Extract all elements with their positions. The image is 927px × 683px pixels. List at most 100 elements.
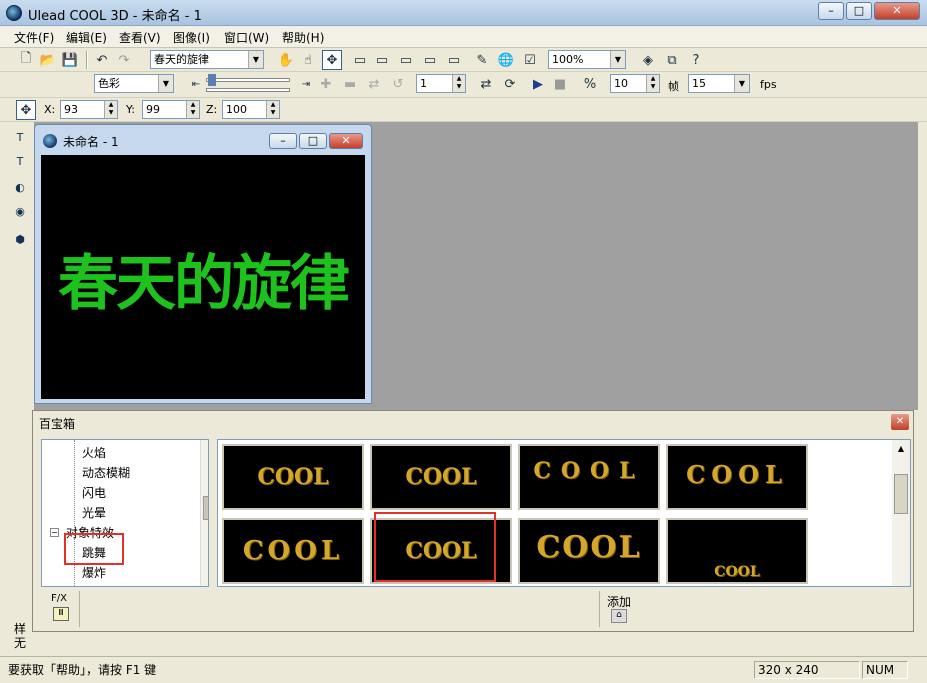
z-spinner[interactable]: 100 ▲ ▼ (222, 100, 280, 119)
first-frame-icon[interactable]: ⇤ (186, 74, 206, 94)
view-back-icon[interactable]: ▭ (444, 50, 464, 70)
ping-pong-icon[interactable]: ⇄ (476, 74, 496, 94)
palette-divider (599, 591, 600, 627)
tree-item-glow[interactable]: 光晕 (82, 504, 106, 521)
x-spinner[interactable]: 93 ▲ ▼ (60, 100, 118, 119)
tree-scroll-thumb[interactable] (203, 496, 208, 520)
speed-value: 10 (614, 77, 628, 90)
thumbnail-cool-4[interactable]: COOL (666, 444, 808, 510)
fps-combo[interactable]: 15 ▼ (688, 74, 750, 93)
menu-bar: 文件(F) 编辑(E) 查看(V) 图像(I) 窗口(W) 帮助(H) (0, 26, 927, 48)
context-help-icon[interactable]: ? (686, 50, 706, 70)
tree-item-fire[interactable]: 火焰 (82, 444, 106, 461)
new-file-icon[interactable]: 🗋 (16, 50, 36, 70)
preview-canvas[interactable]: 春天的旋律 (41, 155, 365, 399)
loop-disabled-icon[interactable]: ↺ (388, 74, 408, 94)
spinner-arrows-icon[interactable]: ▲ ▼ (452, 75, 465, 92)
y-spinner[interactable]: 99 ▲ ▼ (142, 100, 200, 119)
color-mode-combo[interactable]: 色彩 ▼ (94, 74, 174, 93)
tree-item-lightning[interactable]: 闪电 (82, 484, 106, 501)
add-effect-icon[interactable]: ⌂ (611, 609, 627, 623)
texture-icon[interactable]: ✎ (472, 50, 492, 70)
menu-view[interactable]: 查看(V) (119, 29, 161, 46)
standard-toolbar: 🗋 📂 💾 ↶ ↷ 春天的旋律 ▼ ✋ ☝ ✥ ▭ ▭ ▭ ▭ ▭ ✎ 🌐 ☑ … (0, 48, 927, 72)
view-front-icon[interactable]: ▭ (350, 50, 370, 70)
undo-icon[interactable]: ↶ (92, 50, 112, 70)
speed-spinner[interactable]: 10 ▲ ▼ (610, 74, 660, 93)
select-object-icon[interactable]: ◉ (10, 202, 30, 222)
frame-slider-track[interactable] (206, 78, 290, 82)
canvas-3d-text[interactable]: 春天的旋律 (41, 235, 365, 322)
doc-maximize-button[interactable]: □ (299, 133, 327, 149)
menu-file[interactable]: 文件(F) (14, 29, 54, 46)
status-canvas-size: 320 x 240 (754, 661, 860, 679)
thumbnail-cool-3[interactable]: COOL (518, 444, 660, 510)
redo-icon[interactable]: ↷ (114, 50, 134, 70)
spinner-arrows-icon[interactable]: ▲ ▼ (186, 101, 199, 118)
menu-help[interactable]: 帮助(H) (282, 29, 324, 46)
thumbnail-scrollbar[interactable]: ▲ (892, 440, 910, 586)
insert-shape-icon[interactable]: ◐ (10, 178, 30, 198)
tree-scrollbar[interactable] (200, 440, 208, 586)
open-folder-icon[interactable]: 📂 (38, 50, 58, 70)
render-icon[interactable]: ◈ (638, 50, 658, 70)
insert-text-icon[interactable]: T (10, 128, 30, 148)
edit-text-icon[interactable]: T (10, 152, 30, 172)
insert-geometry-icon[interactable]: ⬢ (10, 230, 30, 250)
frame-number-spinner[interactable]: 1 ▲ ▼ (416, 74, 466, 93)
frame-slider-thumb[interactable] (208, 74, 216, 86)
globe-icon[interactable]: 🌐 (496, 50, 516, 70)
save-icon[interactable]: 💾 (60, 50, 80, 70)
maximize-button[interactable]: □ (846, 2, 872, 20)
chevron-down-icon[interactable]: ▼ (248, 51, 263, 68)
fx-label: F/X (51, 593, 67, 604)
view-side-icon[interactable]: ▭ (396, 50, 416, 70)
thumbnail-cool-7[interactable]: COOL (518, 518, 660, 584)
check-box-icon[interactable]: ☑ (520, 50, 540, 70)
chevron-down-icon[interactable]: ▼ (734, 75, 749, 92)
play-icon[interactable]: ▶ (528, 74, 548, 94)
app-logo-icon (6, 5, 22, 21)
move-object-icon[interactable]: ✥ (322, 50, 342, 70)
minimize-button[interactable]: – (818, 2, 844, 20)
loop-icon[interactable]: ⟳ (500, 74, 520, 94)
spinner-arrows-icon[interactable]: ▲ ▼ (266, 101, 279, 118)
menu-image[interactable]: 图像(I) (173, 29, 210, 46)
add-frame-icon[interactable]: ✚ (316, 74, 336, 94)
menu-edit[interactable]: 编辑(E) (66, 29, 107, 46)
speed-icon[interactable]: % (580, 74, 600, 94)
rotate-hand-icon[interactable]: ☝ (298, 50, 318, 70)
collapse-toggle-icon[interactable]: − (50, 528, 59, 537)
menu-window[interactable]: 窗口(W) (224, 29, 269, 46)
remove-frame-icon[interactable]: ▬ (340, 74, 360, 94)
view-top-icon[interactable]: ▭ (372, 50, 392, 70)
stop-icon[interactable]: ■ (550, 74, 570, 94)
doc-close-button[interactable]: ✕ (329, 133, 363, 149)
thumbnail-cool-8[interactable]: COOL (666, 518, 808, 584)
tree-item-motion-blur[interactable]: 动态模糊 (82, 464, 130, 481)
doc-minimize-button[interactable]: – (269, 133, 297, 149)
view-bottom-icon[interactable]: ▭ (420, 50, 440, 70)
palette-close-button[interactable]: ✕ (891, 414, 909, 430)
spinner-arrows-icon[interactable]: ▲ ▼ (104, 101, 117, 118)
zoom-value: 100% (552, 53, 584, 66)
text-object-combo[interactable]: 春天的旋律 ▼ (150, 50, 264, 69)
spinner-arrows-icon[interactable]: ▲ ▼ (646, 75, 659, 92)
position-mode-icon[interactable]: ✥ (16, 100, 36, 120)
thumbnail-cool-5[interactable]: COOL (222, 518, 364, 584)
thumbnail-cool-2[interactable]: COOL (370, 444, 512, 510)
thumbnail-cool-1[interactable]: COOL (222, 444, 364, 510)
fx-icon[interactable]: Ⅲ (53, 607, 69, 621)
zoom-combo[interactable]: 100% ▼ (548, 50, 626, 69)
tree-item-explode[interactable]: 爆炸 (82, 564, 106, 581)
chevron-down-icon[interactable]: ▼ (158, 75, 173, 92)
plugin-icon[interactable]: ⧉ (662, 50, 682, 70)
close-button[interactable]: ✕ (874, 2, 920, 20)
reverse-icon[interactable]: ⇄ (364, 74, 384, 94)
pan-hand-icon[interactable]: ✋ (276, 50, 296, 70)
chevron-down-icon[interactable]: ▼ (610, 51, 625, 68)
scroll-up-icon[interactable]: ▲ (895, 444, 907, 456)
thumbnail-scroll-thumb[interactable] (894, 474, 908, 514)
range-slider-track[interactable] (206, 88, 290, 92)
last-frame-icon[interactable]: ⇥ (296, 74, 316, 94)
